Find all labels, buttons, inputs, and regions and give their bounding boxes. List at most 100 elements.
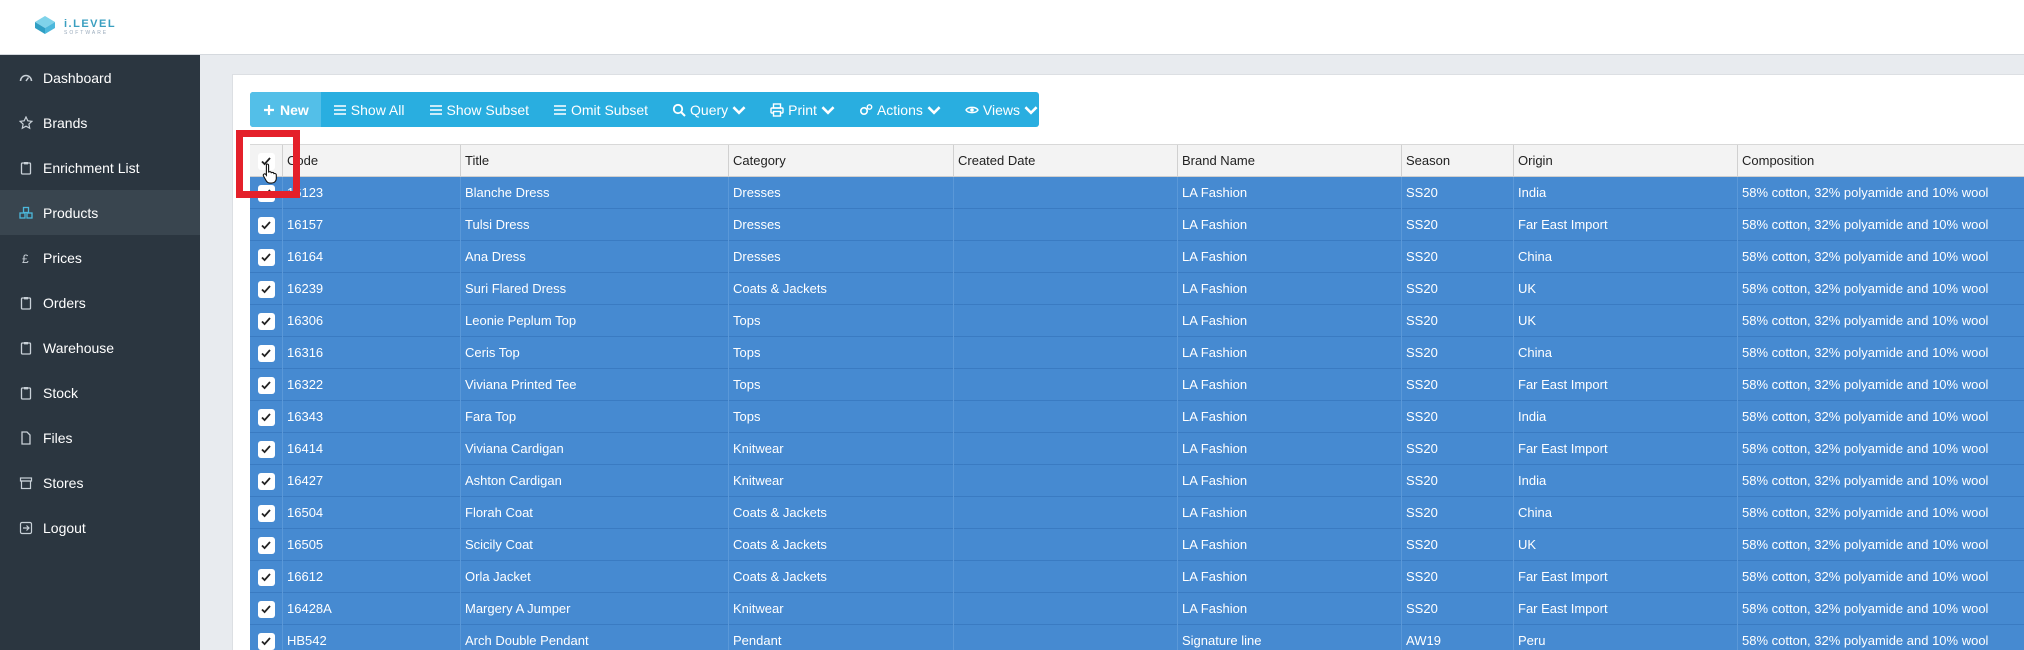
omit-subset-button[interactable]: Omit Subset — [541, 92, 660, 127]
cell-brand-name: LA Fashion — [1178, 401, 1402, 433]
row-select-cell — [250, 529, 283, 561]
column-header-category[interactable]: Category — [729, 145, 954, 177]
row-checkbox[interactable] — [257, 440, 275, 458]
sidebar-item-stores[interactable]: Stores — [0, 460, 200, 505]
sidebar-item-enrichment-list[interactable]: Enrichment List — [0, 145, 200, 190]
clipboard-icon — [18, 295, 34, 311]
sidebar-item-stock[interactable]: Stock — [0, 370, 200, 415]
cell-composition: 58% cotton, 32% polyamide and 10% wool — [1742, 569, 1989, 584]
column-header-origin[interactable]: Origin — [1514, 145, 1738, 177]
row-checkbox[interactable] — [257, 568, 275, 586]
row-checkbox[interactable] — [257, 280, 275, 298]
column-header-title[interactable]: Title — [461, 145, 729, 177]
clipboard-icon — [18, 340, 34, 356]
cell-brand-name: LA Fashion — [1178, 497, 1402, 529]
cell-season: SS20 — [1402, 337, 1514, 369]
row-checkbox[interactable] — [257, 216, 275, 234]
cell-composition: 58% cotton, 32% polyamide and 10% wool — [1742, 281, 1989, 296]
sidebar-item-brands[interactable]: Brands — [0, 100, 200, 145]
actions-button[interactable]: Actions — [847, 92, 953, 127]
table-row[interactable]: 16123 Blanche Dress Dresses LA Fashion SS20 I… — [250, 177, 2024, 209]
logo-icon — [35, 16, 55, 34]
cell-season: SS20 — [1402, 465, 1514, 497]
row-checkbox[interactable] — [257, 408, 275, 426]
cell-category: Coats & Jackets — [729, 273, 954, 305]
sidebar-item-products[interactable]: Products — [0, 190, 200, 235]
cell-origin: India — [1514, 177, 1738, 209]
cell-composition: 58% cotton, 32% polyamide and 10% wool — [1742, 505, 1989, 520]
chevron-down-icon — [732, 105, 746, 115]
sidebar-item-label: Enrichment List — [43, 159, 140, 176]
cell-brand-name: LA Fashion — [1178, 433, 1402, 465]
cell-code: 16343 — [283, 401, 461, 433]
table-body: 16123 Blanche Dress Dresses LA Fashion SS20 I… — [250, 177, 2024, 650]
row-select-cell — [250, 625, 283, 650]
cell-title: Arch Double Pendant — [461, 625, 729, 650]
column-header-season[interactable]: Season — [1402, 145, 1514, 177]
cell-composition: 58% cotton, 32% polyamide and 10% wool — [1742, 217, 1989, 232]
cell-title: Ana Dress — [461, 241, 729, 273]
cell-season: SS20 — [1402, 593, 1514, 625]
chevron-down-icon — [927, 105, 941, 115]
row-checkbox[interactable] — [257, 632, 275, 650]
row-checkbox[interactable] — [257, 248, 275, 266]
brand-logo[interactable]: i.LEVEL SOFTWARE — [32, 14, 116, 36]
table-row[interactable]: 16239 Suri Flared Dress Coats & Jackets LA … — [250, 273, 2024, 305]
cell-title: Tulsi Dress — [461, 209, 729, 241]
table-row[interactable]: HB542 Arch Double Pendant Pendant Signature… — [250, 625, 2024, 650]
table-row[interactable]: 16428A Margery A Jumper Knitwear LA Fashion… — [250, 593, 2024, 625]
row-checkbox[interactable] — [257, 376, 275, 394]
cell-created-date — [954, 561, 1178, 593]
row-checkbox[interactable] — [257, 536, 275, 554]
checkmark-icon — [261, 541, 271, 550]
show-all-button[interactable]: Show All — [321, 92, 417, 127]
chevron-down-icon — [1024, 105, 1038, 115]
sidebar-item-warehouse[interactable]: Warehouse — [0, 325, 200, 370]
column-header-created-date[interactable]: Created Date — [954, 145, 1178, 177]
cell-origin: UK — [1514, 273, 1738, 305]
row-checkbox[interactable] — [257, 312, 275, 330]
row-checkbox[interactable] — [257, 504, 275, 522]
sidebar-item-files[interactable]: Files — [0, 415, 200, 460]
row-checkbox[interactable] — [257, 472, 275, 490]
table-row[interactable]: 16414 Viviana Cardigan Knitwear LA Fashion S… — [250, 433, 2024, 465]
table-row[interactable]: 16164 Ana Dress Dresses LA Fashion SS20 China… — [250, 241, 2024, 273]
cell-code: 16428A — [283, 593, 461, 625]
row-checkbox[interactable] — [257, 600, 275, 618]
table-row[interactable]: 16612 Orla Jacket Coats & Jackets LA Fashio… — [250, 561, 2024, 593]
clipboard-icon — [18, 160, 34, 176]
cell-title: Florah Coat — [461, 497, 729, 529]
table-row[interactable]: 16316 Ceris Top Tops LA Fashion SS20 China 58%… — [250, 337, 2024, 369]
sidebar-item-dashboard[interactable]: Dashboard — [0, 55, 200, 100]
row-checkbox[interactable] — [257, 344, 275, 362]
cell-composition: 58% cotton, 32% polyamide and 10% wool — [1742, 633, 1989, 648]
table-row[interactable]: 16157 Tulsi Dress Dresses LA Fashion SS20 Far… — [250, 209, 2024, 241]
views-button[interactable]: Views — [953, 92, 1050, 127]
table-row[interactable]: 16505 Scicily Coat Coats & Jackets LA Fashi… — [250, 529, 2024, 561]
column-header-code[interactable]: Code — [283, 145, 461, 177]
cell-origin: Peru — [1514, 625, 1738, 650]
table-row[interactable]: 16322 Viviana Printed Tee Tops LA Fashion SS… — [250, 369, 2024, 401]
column-header-brand-name[interactable]: Brand Name — [1178, 145, 1402, 177]
sidebar-item-orders[interactable]: Orders — [0, 280, 200, 325]
cell-code: 16322 — [283, 369, 461, 401]
show-subset-button[interactable]: Show Subset — [417, 92, 542, 127]
cell-created-date — [954, 401, 1178, 433]
column-header-composition[interactable]: Composition — [1738, 145, 2024, 177]
cell-composition: 58% cotton, 32% polyamide and 10% wool — [1742, 249, 1989, 264]
cell-created-date — [954, 593, 1178, 625]
sidebar-item-logout[interactable]: Logout — [0, 505, 200, 550]
new-button[interactable]: New — [250, 92, 321, 127]
sidebar-item-prices[interactable]: £ Prices — [0, 235, 200, 280]
query-label: Query — [690, 101, 729, 118]
cell-category: Dresses — [729, 177, 954, 209]
table-row[interactable]: 16504 Florah Coat Coats & Jackets LA Fashio… — [250, 497, 2024, 529]
query-button[interactable]: Query — [660, 92, 758, 127]
table-row[interactable]: 16427 Ashton Cardigan Knitwear LA Fashion SS… — [250, 465, 2024, 497]
print-button[interactable]: Print — [758, 92, 847, 127]
sidebar-item-label: Stock — [43, 384, 79, 401]
table-row[interactable]: 16343 Fara Top Tops LA Fashion SS20 India 58% … — [250, 401, 2024, 433]
cell-code: 16306 — [283, 305, 461, 337]
table-row[interactable]: 16306 Leonie Peplum Top Tops LA Fashion SS20… — [250, 305, 2024, 337]
gears-icon — [859, 103, 873, 115]
